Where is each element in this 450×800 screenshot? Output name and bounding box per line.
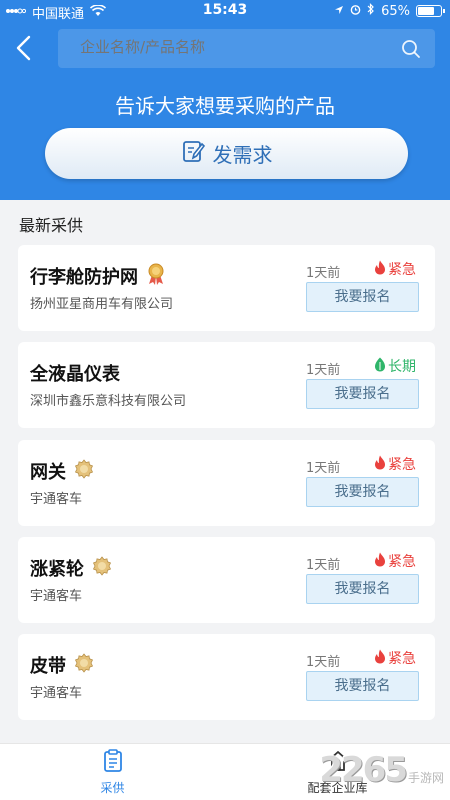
card-title-row: 涨紧轮 <box>30 555 112 581</box>
card-tag: 紧急 <box>374 454 416 474</box>
card-tag-label: 紧急 <box>388 262 416 278</box>
card-title-row: 皮带 <box>30 652 94 678</box>
signup-button[interactable]: 我要报名 <box>306 671 419 701</box>
signup-button[interactable]: 我要报名 <box>306 379 419 409</box>
section-title: 最新采供 <box>19 216 84 235</box>
card-company: 宇通客车 <box>30 589 83 604</box>
card-tag: 紧急 <box>374 259 416 279</box>
back-button[interactable] <box>12 32 40 64</box>
battery-icon <box>416 5 445 17</box>
demand-card[interactable]: 行李舱防护网扬州亚星商用车有限公司 1天前 紧急我要报名 <box>18 245 435 331</box>
watermark-text: 手游网 <box>407 770 444 785</box>
card-tag-label: 长期 <box>388 359 416 375</box>
card-company: 宇通客车 <box>30 492 83 507</box>
chevron-left-icon <box>16 35 31 61</box>
card-company: 扬州亚星商用车有限公司 <box>30 297 174 312</box>
card-company: 深圳市鑫乐意科技有限公司 <box>30 394 187 409</box>
clipboard-icon <box>102 749 124 777</box>
card-title-row: 全液晶仪表 <box>30 360 120 386</box>
search-icon[interactable] <box>401 39 421 63</box>
edit-note-icon <box>181 138 207 169</box>
card-title-row: 网关 <box>30 458 94 484</box>
card-title: 全液晶仪表 <box>30 364 120 385</box>
card-tag: 紧急 <box>374 551 416 571</box>
tab-purchase-label: 采供 <box>100 781 125 795</box>
card-tag-label: 紧急 <box>388 554 416 570</box>
card-title: 行李舱防护网 <box>30 267 138 288</box>
demand-card[interactable]: 全液晶仪表深圳市鑫乐意科技有限公司 1天前 长期我要报名 <box>18 342 435 428</box>
signup-button[interactable]: 我要报名 <box>306 574 419 604</box>
demand-card[interactable]: 皮带宇通客车 1天前 紧急我要报名 <box>18 634 435 720</box>
watermark-number: 2265 <box>319 750 408 790</box>
card-title-row: 行李舱防护网 <box>30 263 166 289</box>
card-time: 1天前 <box>306 266 341 281</box>
post-demand-label: 发需求 <box>212 143 273 167</box>
signup-button[interactable]: 我要报名 <box>306 282 419 312</box>
card-tag-label: 紧急 <box>388 651 416 667</box>
card-time: 1天前 <box>306 558 341 573</box>
card-title: 网关 <box>30 462 66 483</box>
bluetooth-icon <box>367 3 375 19</box>
gold-seal-icon <box>74 653 94 677</box>
flame-icon <box>374 260 386 279</box>
card-title: 涨紧轮 <box>30 559 84 580</box>
gold-seal-icon <box>92 556 112 580</box>
tab-purchase[interactable]: 采供 <box>0 744 225 800</box>
status-bar: 中国联通 15:43 65% <box>0 0 450 22</box>
signup-button[interactable]: 我要报名 <box>306 477 419 507</box>
card-company: 宇通客车 <box>30 686 83 701</box>
leaf-icon <box>374 357 386 376</box>
card-time: 1天前 <box>306 655 341 670</box>
award-ribbon-icon <box>146 263 166 289</box>
card-time: 1天前 <box>306 461 341 476</box>
search-input[interactable] <box>80 38 380 56</box>
watermark: 2265 手游网 <box>319 742 444 798</box>
battery-percent: 65% <box>381 3 410 19</box>
headline: 告诉大家想要采购的产品 <box>115 94 335 118</box>
flame-icon <box>374 552 386 571</box>
gold-seal-icon <box>74 459 94 483</box>
demand-card[interactable]: 网关宇通客车 1天前 紧急我要报名 <box>18 440 435 526</box>
card-tag: 长期 <box>374 356 416 376</box>
battery-level <box>418 7 434 15</box>
demand-card[interactable]: 涨紧轮宇通客车 1天前 紧急我要报名 <box>18 537 435 623</box>
card-time: 1天前 <box>306 363 341 378</box>
card-tag-label: 紧急 <box>388 457 416 473</box>
post-demand-button[interactable]: 发需求 <box>45 128 408 179</box>
flame-icon <box>374 649 386 668</box>
card-tag: 紧急 <box>374 648 416 668</box>
flame-icon <box>374 455 386 474</box>
location-arrow-icon <box>334 4 344 19</box>
alarm-icon <box>350 4 361 19</box>
card-title: 皮带 <box>30 656 66 677</box>
search-box[interactable] <box>58 29 435 68</box>
